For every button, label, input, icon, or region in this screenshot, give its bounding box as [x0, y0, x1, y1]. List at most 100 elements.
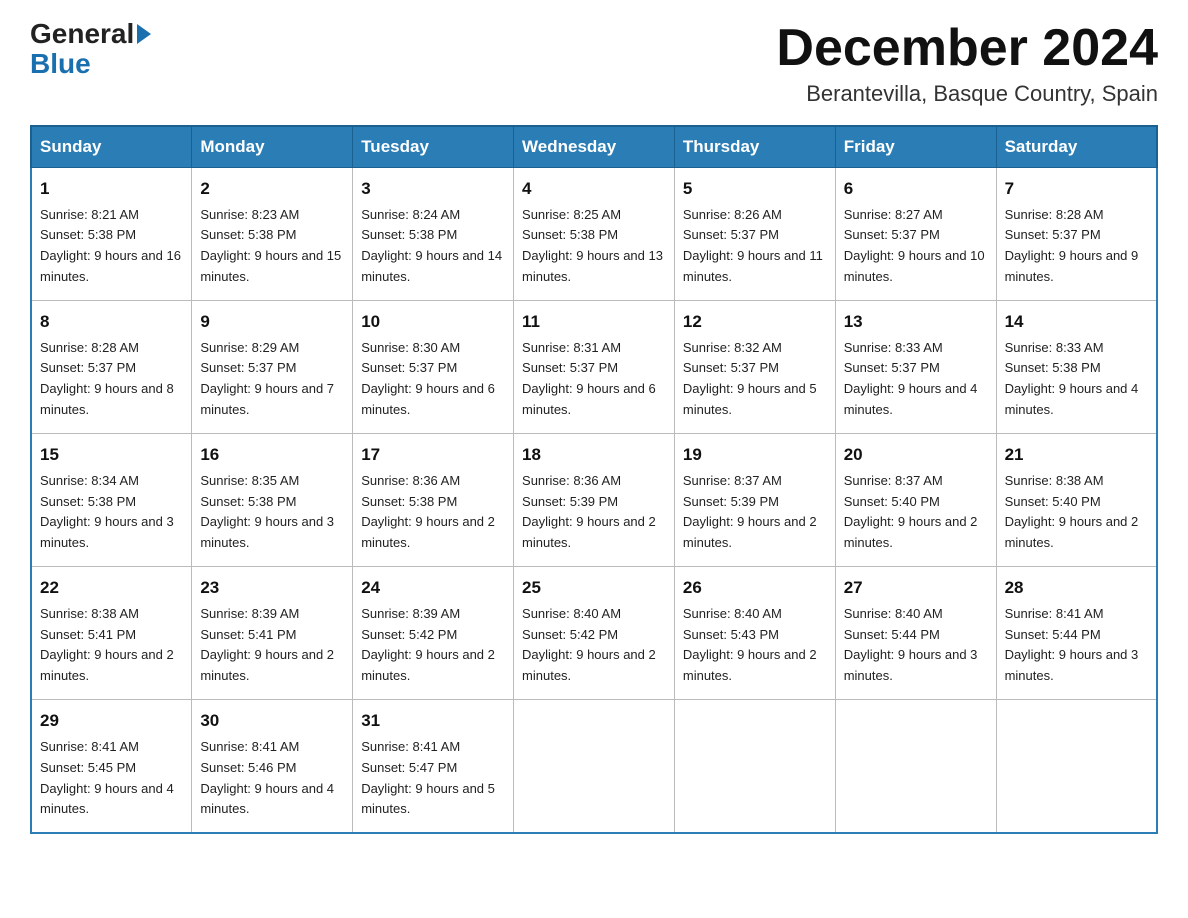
- col-header-wednesday: Wednesday: [514, 126, 675, 168]
- calendar-cell: 10 Sunrise: 8:30 AMSunset: 5:37 PMDayligh…: [353, 301, 514, 434]
- day-number: 1: [40, 176, 183, 202]
- calendar-cell: [674, 700, 835, 834]
- day-info: Sunrise: 8:38 AMSunset: 5:40 PMDaylight:…: [1005, 473, 1139, 551]
- calendar-week-row: 15 Sunrise: 8:34 AMSunset: 5:38 PMDayligh…: [31, 434, 1157, 567]
- col-header-friday: Friday: [835, 126, 996, 168]
- day-info: Sunrise: 8:30 AMSunset: 5:37 PMDaylight:…: [361, 340, 495, 418]
- calendar-cell: 8Sunrise: 8:28 AMSunset: 5:37 PMDaylight…: [31, 301, 192, 434]
- col-header-saturday: Saturday: [996, 126, 1157, 168]
- day-info: Sunrise: 8:32 AMSunset: 5:37 PMDaylight:…: [683, 340, 817, 418]
- day-info: Sunrise: 8:37 AMSunset: 5:40 PMDaylight:…: [844, 473, 978, 551]
- day-info: Sunrise: 8:41 AMSunset: 5:47 PMDaylight:…: [361, 739, 495, 817]
- calendar-cell: 27Sunrise: 8:40 AMSunset: 5:44 PMDayligh…: [835, 567, 996, 700]
- calendar-cell: 24 Sunrise: 8:39 AMSunset: 5:42 PMDayligh…: [353, 567, 514, 700]
- day-number: 22: [40, 575, 183, 601]
- day-info: Sunrise: 8:40 AMSunset: 5:44 PMDaylight:…: [844, 606, 978, 684]
- logo-blue-text: Blue: [30, 48, 91, 80]
- calendar-cell: 31 Sunrise: 8:41 AMSunset: 5:47 PMDayligh…: [353, 700, 514, 834]
- day-info: Sunrise: 8:25 AMSunset: 5:38 PMDaylight:…: [522, 207, 663, 285]
- calendar-cell: 16 Sunrise: 8:35 AMSunset: 5:38 PMDayligh…: [192, 434, 353, 567]
- day-number: 30: [200, 708, 344, 734]
- day-number: 26: [683, 575, 827, 601]
- title-block: December 2024 Berantevilla, Basque Count…: [776, 20, 1158, 107]
- logo-arrow-icon: [137, 24, 151, 44]
- calendar-cell: 2Sunrise: 8:23 AMSunset: 5:38 PMDaylight…: [192, 168, 353, 301]
- day-number: 21: [1005, 442, 1148, 468]
- calendar-cell: 13Sunrise: 8:33 AMSunset: 5:37 PMDayligh…: [835, 301, 996, 434]
- day-info: Sunrise: 8:28 AMSunset: 5:37 PMDaylight:…: [1005, 207, 1139, 285]
- day-info: Sunrise: 8:21 AMSunset: 5:38 PMDaylight:…: [40, 207, 181, 285]
- logo: General Blue: [30, 20, 153, 80]
- day-info: Sunrise: 8:40 AMSunset: 5:43 PMDaylight:…: [683, 606, 817, 684]
- day-info: Sunrise: 8:37 AMSunset: 5:39 PMDaylight:…: [683, 473, 817, 551]
- calendar-cell: 1 Sunrise: 8:21 AMSunset: 5:38 PMDaylight…: [31, 168, 192, 301]
- calendar-cell: 6 Sunrise: 8:27 AMSunset: 5:37 PMDaylight…: [835, 168, 996, 301]
- calendar-cell: 18 Sunrise: 8:36 AMSunset: 5:39 PMDayligh…: [514, 434, 675, 567]
- day-number: 3: [361, 176, 505, 202]
- day-info: Sunrise: 8:31 AMSunset: 5:37 PMDaylight:…: [522, 340, 656, 418]
- day-info: Sunrise: 8:38 AMSunset: 5:41 PMDaylight:…: [40, 606, 174, 684]
- calendar-week-row: 29 Sunrise: 8:41 AMSunset: 5:45 PMDayligh…: [31, 700, 1157, 834]
- day-number: 10: [361, 309, 505, 335]
- day-info: Sunrise: 8:33 AMSunset: 5:38 PMDaylight:…: [1005, 340, 1139, 418]
- calendar-cell: 26 Sunrise: 8:40 AMSunset: 5:43 PMDayligh…: [674, 567, 835, 700]
- day-number: 6: [844, 176, 988, 202]
- day-info: Sunrise: 8:41 AMSunset: 5:44 PMDaylight:…: [1005, 606, 1139, 684]
- day-number: 13: [844, 309, 988, 335]
- day-info: Sunrise: 8:39 AMSunset: 5:42 PMDaylight:…: [361, 606, 495, 684]
- calendar-cell: 9 Sunrise: 8:29 AMSunset: 5:37 PMDaylight…: [192, 301, 353, 434]
- col-header-sunday: Sunday: [31, 126, 192, 168]
- month-title: December 2024: [776, 20, 1158, 77]
- calendar-week-row: 1 Sunrise: 8:21 AMSunset: 5:38 PMDaylight…: [31, 168, 1157, 301]
- day-info: Sunrise: 8:41 AMSunset: 5:46 PMDaylight:…: [200, 739, 334, 817]
- calendar-cell: 4 Sunrise: 8:25 AMSunset: 5:38 PMDaylight…: [514, 168, 675, 301]
- day-info: Sunrise: 8:34 AMSunset: 5:38 PMDaylight:…: [40, 473, 174, 551]
- day-info: Sunrise: 8:28 AMSunset: 5:37 PMDaylight:…: [40, 340, 174, 418]
- day-number: 19: [683, 442, 827, 468]
- day-info: Sunrise: 8:40 AMSunset: 5:42 PMDaylight:…: [522, 606, 656, 684]
- calendar-cell: [996, 700, 1157, 834]
- day-number: 11: [522, 309, 666, 335]
- calendar-cell: 14Sunrise: 8:33 AMSunset: 5:38 PMDayligh…: [996, 301, 1157, 434]
- day-info: Sunrise: 8:29 AMSunset: 5:37 PMDaylight:…: [200, 340, 334, 418]
- day-number: 16: [200, 442, 344, 468]
- calendar-cell: 25 Sunrise: 8:40 AMSunset: 5:42 PMDayligh…: [514, 567, 675, 700]
- calendar-cell: 22 Sunrise: 8:38 AMSunset: 5:41 PMDayligh…: [31, 567, 192, 700]
- day-number: 4: [522, 176, 666, 202]
- calendar-cell: 7 Sunrise: 8:28 AMSunset: 5:37 PMDaylight…: [996, 168, 1157, 301]
- day-number: 24: [361, 575, 505, 601]
- day-number: 25: [522, 575, 666, 601]
- day-info: Sunrise: 8:26 AMSunset: 5:37 PMDaylight:…: [683, 207, 823, 285]
- day-info: Sunrise: 8:41 AMSunset: 5:45 PMDaylight:…: [40, 739, 174, 817]
- location-text: Berantevilla, Basque Country, Spain: [776, 81, 1158, 107]
- calendar-cell: 11 Sunrise: 8:31 AMSunset: 5:37 PMDayligh…: [514, 301, 675, 434]
- calendar-week-row: 22 Sunrise: 8:38 AMSunset: 5:41 PMDayligh…: [31, 567, 1157, 700]
- calendar-cell: 15 Sunrise: 8:34 AMSunset: 5:38 PMDayligh…: [31, 434, 192, 567]
- day-info: Sunrise: 8:35 AMSunset: 5:38 PMDaylight:…: [200, 473, 334, 551]
- calendar-cell: 30 Sunrise: 8:41 AMSunset: 5:46 PMDayligh…: [192, 700, 353, 834]
- calendar-cell: 12 Sunrise: 8:32 AMSunset: 5:37 PMDayligh…: [674, 301, 835, 434]
- day-number: 18: [522, 442, 666, 468]
- day-number: 31: [361, 708, 505, 734]
- calendar-cell: [835, 700, 996, 834]
- day-number: 15: [40, 442, 183, 468]
- day-number: 12: [683, 309, 827, 335]
- calendar-cell: 20 Sunrise: 8:37 AMSunset: 5:40 PMDayligh…: [835, 434, 996, 567]
- day-number: 9: [200, 309, 344, 335]
- calendar-week-row: 8Sunrise: 8:28 AMSunset: 5:37 PMDaylight…: [31, 301, 1157, 434]
- calendar-header-row: SundayMondayTuesdayWednesdayThursdayFrid…: [31, 126, 1157, 168]
- logo-general-text: General: [30, 20, 134, 48]
- day-info: Sunrise: 8:24 AMSunset: 5:38 PMDaylight:…: [361, 207, 502, 285]
- day-number: 28: [1005, 575, 1148, 601]
- calendar-cell: 29 Sunrise: 8:41 AMSunset: 5:45 PMDayligh…: [31, 700, 192, 834]
- day-number: 20: [844, 442, 988, 468]
- calendar-cell: 19 Sunrise: 8:37 AMSunset: 5:39 PMDayligh…: [674, 434, 835, 567]
- day-number: 17: [361, 442, 505, 468]
- calendar-cell: 23Sunrise: 8:39 AMSunset: 5:41 PMDayligh…: [192, 567, 353, 700]
- day-info: Sunrise: 8:36 AMSunset: 5:39 PMDaylight:…: [522, 473, 656, 551]
- col-header-thursday: Thursday: [674, 126, 835, 168]
- day-info: Sunrise: 8:27 AMSunset: 5:37 PMDaylight:…: [844, 207, 985, 285]
- calendar-cell: 28 Sunrise: 8:41 AMSunset: 5:44 PMDayligh…: [996, 567, 1157, 700]
- day-number: 7: [1005, 176, 1148, 202]
- day-number: 29: [40, 708, 183, 734]
